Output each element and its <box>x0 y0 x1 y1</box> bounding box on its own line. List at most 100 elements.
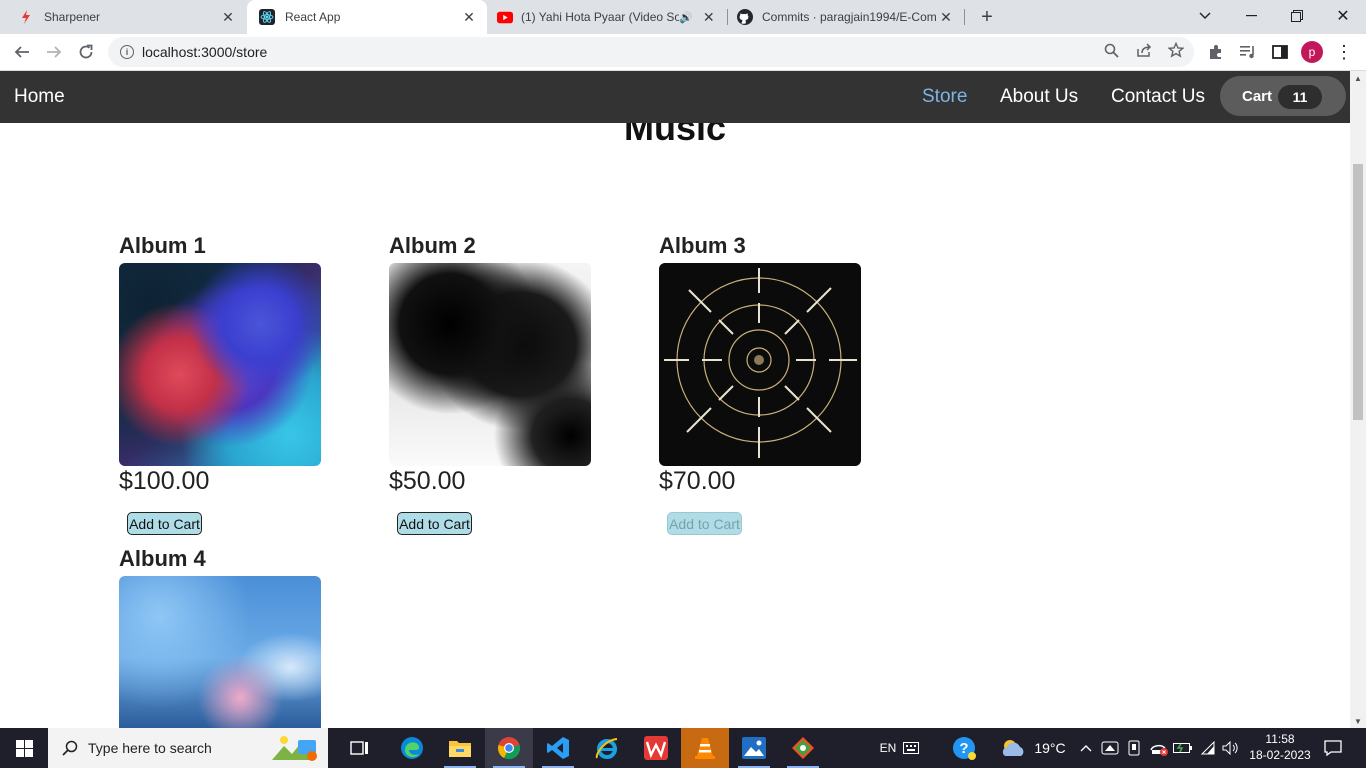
album-price: $70.00 <box>659 467 736 495</box>
url-text[interactable]: localhost:3000/store <box>142 44 267 60</box>
zoom-search-icon[interactable] <box>1103 42 1119 58</box>
scrollbar-thumb[interactable] <box>1353 164 1363 420</box>
minimize-icon[interactable] <box>1228 0 1274 32</box>
album-title: Album 4 <box>119 546 206 571</box>
file-explorer-icon[interactable] <box>436 728 484 768</box>
side-panel-icon[interactable] <box>1270 42 1290 62</box>
internet-explorer-icon[interactable] <box>583 728 631 768</box>
album-cover-image <box>659 263 861 466</box>
reload-icon[interactable] <box>74 40 98 64</box>
album-card-1: Album 1 $100.00 Add to Cart <box>119 233 321 535</box>
forward-arrow-icon[interactable] <box>42 40 66 64</box>
cart-button[interactable]: Cart 11 <box>1220 76 1346 116</box>
sharpener-icon <box>18 9 34 25</box>
store-page: Music Album 1 $100.00 Add to Cart Album … <box>0 71 1350 728</box>
git-tool-icon[interactable] <box>779 728 827 768</box>
svg-text:?: ? <box>959 740 968 757</box>
keyboard-icon[interactable] <box>900 728 922 768</box>
volume-icon[interactable] <box>1220 728 1242 768</box>
help-icon[interactable]: ? <box>950 728 978 768</box>
page-scrollbar[interactable]: ▲ ▼ <box>1350 71 1366 728</box>
chevron-up-icon[interactable] <box>1076 728 1096 768</box>
network-error-icon[interactable] <box>1148 728 1170 768</box>
edge-icon[interactable] <box>388 728 436 768</box>
add-to-cart-button[interactable]: Add to Cart <box>667 512 742 535</box>
album-price: $50.00 <box>389 467 466 495</box>
wps-office-icon[interactable] <box>632 728 680 768</box>
youtube-icon <box>497 9 513 25</box>
close-icon[interactable]: ✕ <box>936 7 956 27</box>
audio-playing-icon[interactable]: 🔊 <box>679 11 693 24</box>
album-card-2: Album 2 $50.00 Add to Cart <box>389 233 591 535</box>
windows-start-icon[interactable] <box>0 728 48 768</box>
tab-github[interactable]: Commits · paragjain1994/E-Comm ✕ <box>728 0 964 34</box>
weather-temperature[interactable]: 19°C <box>1030 728 1070 768</box>
clock-time: 11:58 <box>1265 732 1295 746</box>
nav-home-link[interactable]: Home <box>14 86 65 108</box>
menu-kebab-icon[interactable]: ⋮ <box>1334 42 1354 62</box>
device-icon[interactable] <box>1124 728 1144 768</box>
tab-react-app[interactable]: React App ✕ <box>247 0 487 34</box>
bookmark-star-icon[interactable] <box>1168 42 1184 58</box>
tab-title: Commits · paragjain1994/E-Comm <box>762 10 936 24</box>
scroll-up-arrow-icon[interactable]: ▲ <box>1350 71 1366 85</box>
taskbar-search-box[interactable]: Type here to search <box>48 728 328 768</box>
back-arrow-icon[interactable] <box>10 40 34 64</box>
extensions-puzzle-icon[interactable] <box>1206 42 1226 62</box>
search-icon <box>60 738 80 758</box>
weather-cloud-icon[interactable] <box>998 728 1028 768</box>
album-title: Album 2 <box>389 233 476 258</box>
site-info-icon[interactable]: i <box>120 45 134 59</box>
nav-store-link[interactable]: Store <box>922 86 967 108</box>
browser-tab-strip: Sharpener ✕ React App ✕ (1) Yahi Hota Py… <box>0 0 1366 34</box>
vlc-icon[interactable] <box>681 728 729 768</box>
browser-toolbar: i localhost:3000/store <box>0 34 1366 71</box>
tab-title: React App <box>285 10 341 24</box>
close-icon[interactable]: ✕ <box>699 7 719 27</box>
cart-count-badge: 11 <box>1278 85 1322 109</box>
language-indicator[interactable]: EN <box>876 728 900 768</box>
system-clock[interactable]: 11:58 18-02-2023 <box>1248 731 1312 765</box>
album-cover-image <box>119 576 321 728</box>
new-tab-plus-icon[interactable]: + <box>975 5 999 29</box>
scroll-down-arrow-icon[interactable]: ▼ <box>1350 714 1366 728</box>
battery-icon[interactable] <box>1172 728 1194 768</box>
vscode-icon[interactable] <box>534 728 582 768</box>
restore-icon[interactable] <box>1274 0 1320 32</box>
onedrive-icon[interactable] <box>1100 728 1120 768</box>
album-title: Album 3 <box>659 233 746 258</box>
tab-separator <box>964 9 965 25</box>
window-close-icon[interactable]: ✕ <box>1320 0 1366 32</box>
add-to-cart-button[interactable]: Add to Cart <box>127 512 202 535</box>
search-highlight-illustration-icon[interactable] <box>270 732 322 764</box>
tab-sharpener[interactable]: Sharpener ✕ <box>0 0 246 34</box>
radial-pattern-graphic <box>664 268 857 458</box>
search-placeholder: Type here to search <box>88 740 212 756</box>
album-price: $100.00 <box>119 467 210 495</box>
album-cover-image <box>119 263 321 466</box>
tab-title: (1) Yahi Hota Pyaar (Video So <box>521 10 679 24</box>
tab-search-chevron-icon[interactable] <box>1182 0 1228 32</box>
album-cover-image <box>389 263 591 466</box>
tab-youtube[interactable]: (1) Yahi Hota Pyaar (Video So 🔊 ✕ <box>487 0 727 34</box>
album-card-4: Album 4 <box>119 546 321 728</box>
photos-icon[interactable] <box>730 728 778 768</box>
wifi-icon[interactable] <box>1196 728 1218 768</box>
album-card-3: Album 3 $70.00 Add to Cart <box>659 233 861 535</box>
windows-taskbar: Type here to search EN ? 19°C 11:58 18-0… <box>0 728 1366 768</box>
nav-about-link[interactable]: About Us <box>1000 86 1078 108</box>
notifications-icon[interactable] <box>1318 728 1348 768</box>
react-icon <box>259 9 275 25</box>
task-view-icon[interactable] <box>336 728 384 768</box>
media-playlist-icon[interactable] <box>1238 42 1258 62</box>
tab-title: Sharpener <box>44 10 101 24</box>
profile-avatar[interactable]: p <box>1301 41 1323 63</box>
address-bar[interactable]: i localhost:3000/store <box>108 37 1194 67</box>
share-icon[interactable] <box>1136 42 1152 58</box>
chrome-icon[interactable] <box>485 728 533 768</box>
close-icon[interactable]: ✕ <box>218 7 238 27</box>
add-to-cart-button[interactable]: Add to Cart <box>397 512 472 535</box>
nav-contact-link[interactable]: Contact Us <box>1111 86 1205 108</box>
app-navbar: Home Store About Us Contact Us Cart 11 <box>0 71 1350 123</box>
close-icon[interactable]: ✕ <box>459 7 479 27</box>
